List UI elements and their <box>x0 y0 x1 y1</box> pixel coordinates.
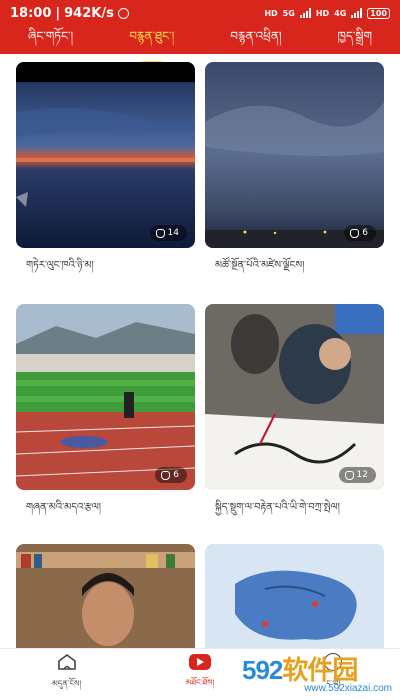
stadium-image <box>16 304 195 490</box>
video-thumbnail[interactable]: 12 <box>205 304 384 490</box>
like-count: 14 <box>149 225 187 241</box>
nav-home-label: མདུན་ངོས། <box>52 678 82 688</box>
video-card[interactable]: 12 སྐྱིད་སྡུག་ལ་བརྟེན་པའི་ཡི་གེ་བཀྲ་སྤེལ… <box>205 304 384 536</box>
thumbs-up-icon <box>161 470 171 480</box>
home-icon <box>57 653 76 670</box>
4g-label: 4G <box>334 8 347 18</box>
video-card[interactable] <box>16 544 195 648</box>
video-title[interactable]: གཏེར་ལུང་ཁའི་ཉི་མ། <box>16 248 195 294</box>
video-thumbnail[interactable] <box>16 544 195 648</box>
nav-video[interactable]: མཐོང་ཐོས། <box>133 649 266 700</box>
nav-video-label: མཐོང་ཐོས། <box>185 677 215 687</box>
cloudy-sky-image <box>205 62 384 248</box>
thumbs-up-icon <box>350 228 360 238</box>
video-title[interactable]: སྐྱིད་སྡུག་ལ་བརྟེན་པའི་ཡི་གེ་བཀྲ་སྤེལ། <box>205 490 384 536</box>
lake-map-image <box>205 544 384 648</box>
video-play-icon <box>188 653 211 670</box>
user-icon <box>324 652 343 671</box>
hd-label: HD <box>264 8 278 18</box>
calligraphy-image <box>205 304 384 490</box>
bottom-navigation: མདུན་ངོས། མཐོང་ཐོས། ང་ཡི། <box>0 648 400 700</box>
video-thumbnail[interactable]: 14 <box>16 62 195 248</box>
alarm-icon <box>117 7 129 19</box>
video-card[interactable]: 6 མཚོ་སྔོན་པོའི་མཛེས་ལྗོངས། <box>205 62 384 294</box>
video-title[interactable]: གཞན་མའི་མདའ་རྩལ། <box>16 490 195 536</box>
video-title[interactable]: མཚོ་སྔོན་པོའི་མཛེས་ལྗོངས། <box>205 248 384 294</box>
hd-label-2: HD <box>315 8 330 18</box>
nav-profile-label: ང་ཡི། <box>326 678 341 688</box>
video-grid: 14 གཏེར་ལུང་ཁའི་ཉི་མ། 6 མཚོ་སྔོན་པོའི་མཛ… <box>0 54 400 648</box>
video-card[interactable]: 14 གཏེར་ལུང་ཁའི་ཉི་མ། <box>16 62 195 294</box>
nav-home[interactable]: མདུན་ངོས། <box>0 649 133 700</box>
5g-label: 5G <box>282 8 295 18</box>
signal-icon <box>299 8 311 18</box>
like-count: 6 <box>344 225 376 241</box>
thumbs-up-icon <box>155 228 165 238</box>
video-card[interactable] <box>205 544 384 648</box>
video-thumbnail[interactable]: 6 <box>205 62 384 248</box>
video-thumbnail[interactable] <box>205 544 384 648</box>
signal-icon-2 <box>351 8 363 18</box>
thumbs-up-icon <box>344 470 354 480</box>
like-count: 6 <box>155 467 187 483</box>
top-tab-bar: ཞིང་གཏོང་། བརྙན་ཐུང་། བརྙན་འཕྲིན། ཁྱད་སྒ… <box>0 26 400 54</box>
battery-icon: 100 <box>367 7 390 19</box>
like-count: 12 <box>338 467 376 483</box>
video-card[interactable]: 6 གཞན་མའི་མདའ་རྩལ། <box>16 304 195 536</box>
video-thumbnail[interactable]: 6 <box>16 304 195 490</box>
nav-profile[interactable]: ང་ཡི། <box>267 649 400 700</box>
man-bookshelf-image <box>16 544 195 648</box>
sunset-lake-image <box>16 62 195 248</box>
